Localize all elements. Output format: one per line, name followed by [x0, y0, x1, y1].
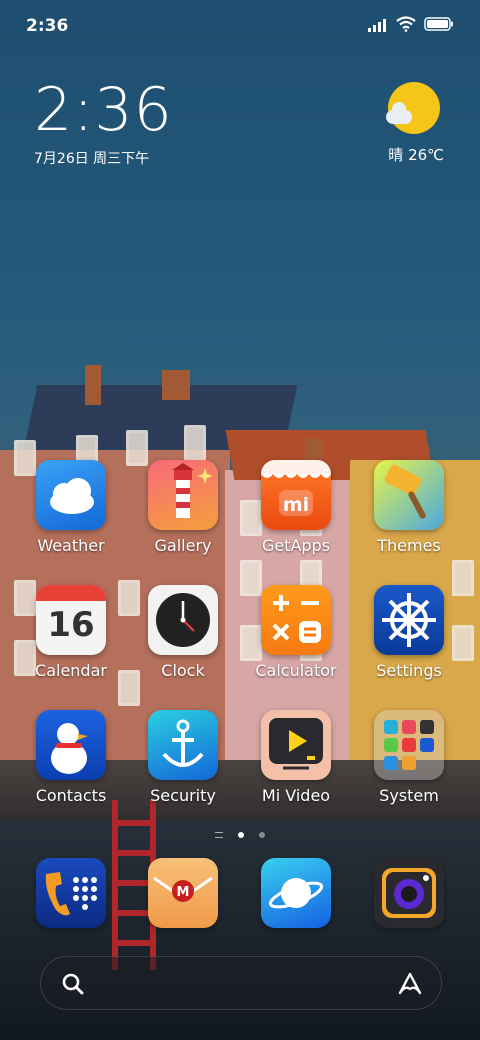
settings-icon — [374, 585, 444, 655]
app-label: GetApps — [261, 536, 331, 555]
signal-icon — [368, 19, 386, 32]
dock-camera[interactable] — [354, 858, 464, 928]
app-settings[interactable]: Settings — [354, 585, 464, 680]
assistant-icon[interactable] — [397, 971, 423, 997]
app-clock[interactable]: Clock — [128, 585, 238, 680]
system-folder-icon — [374, 710, 444, 780]
app-label: Security — [150, 786, 216, 805]
app-label: Gallery — [154, 536, 212, 555]
app-label: Calendar — [35, 661, 107, 680]
app-label: System — [379, 786, 439, 805]
app-label: Themes — [377, 536, 441, 555]
clock-icon — [148, 585, 218, 655]
app-label: Weather — [37, 536, 105, 555]
mi-video-icon — [261, 710, 331, 780]
phone-icon — [36, 858, 106, 928]
security-icon — [148, 710, 218, 780]
messaging-icon: M — [148, 858, 218, 928]
app-weather[interactable]: Weather — [16, 460, 126, 555]
app-label: Clock — [161, 661, 205, 680]
app-themes[interactable]: Themes — [354, 460, 464, 555]
app-calculator[interactable]: Calculator — [241, 585, 351, 680]
weather-widget[interactable]: 晴 26℃ — [374, 82, 444, 165]
app-calendar[interactable]: 16 Calendar — [16, 585, 126, 680]
app-label: Mi Video — [261, 786, 331, 805]
dock-messaging[interactable]: M — [128, 858, 238, 928]
status-bar: 2:36 — [0, 0, 480, 50]
dock-browser[interactable] — [241, 858, 351, 928]
app-label: Settings — [376, 661, 442, 680]
wifi-icon — [396, 16, 416, 32]
browser-icon — [261, 858, 331, 928]
dock-phone[interactable] — [16, 858, 126, 928]
search-icon[interactable] — [61, 972, 85, 996]
widget-time: 2:36 — [34, 75, 173, 145]
page-dot-current — [238, 832, 244, 838]
page-list-icon — [214, 832, 223, 838]
getapps-icon: mi — [261, 460, 331, 530]
weather-text: 晴 26℃ — [388, 146, 444, 164]
widget-date: 7月26日 周三下午 — [34, 151, 150, 167]
app-gallery[interactable]: Gallery — [128, 460, 238, 555]
gallery-icon — [148, 460, 218, 530]
app-system-folder[interactable]: System — [354, 710, 464, 805]
page-indicator — [0, 830, 480, 841]
contacts-icon — [36, 710, 106, 780]
page-dot — [259, 832, 266, 838]
app-label: Contacts — [35, 786, 107, 805]
camera-icon — [374, 858, 444, 928]
status-time: 2:36 — [26, 16, 69, 36]
calculator-icon — [261, 585, 331, 655]
app-label: Calculator — [255, 661, 337, 680]
clock-widget[interactable]: 2:36 7月26日 周三下午 — [34, 80, 173, 168]
message-glyph: M — [177, 885, 190, 900]
app-getapps[interactable]: mi GetApps — [241, 460, 351, 555]
battery-icon — [424, 17, 453, 31]
calendar-icon: 16 — [36, 585, 106, 655]
calendar-day: 16 — [47, 605, 95, 645]
sun-cloud-icon — [386, 82, 440, 134]
search-bar[interactable] — [40, 956, 442, 1010]
app-security[interactable]: Security — [128, 710, 238, 805]
mi-glyph: mi — [283, 494, 309, 516]
themes-icon — [374, 460, 444, 530]
app-mi-video[interactable]: Mi Video — [241, 710, 351, 805]
app-contacts[interactable]: Contacts — [16, 710, 126, 805]
weather-icon — [36, 460, 106, 530]
